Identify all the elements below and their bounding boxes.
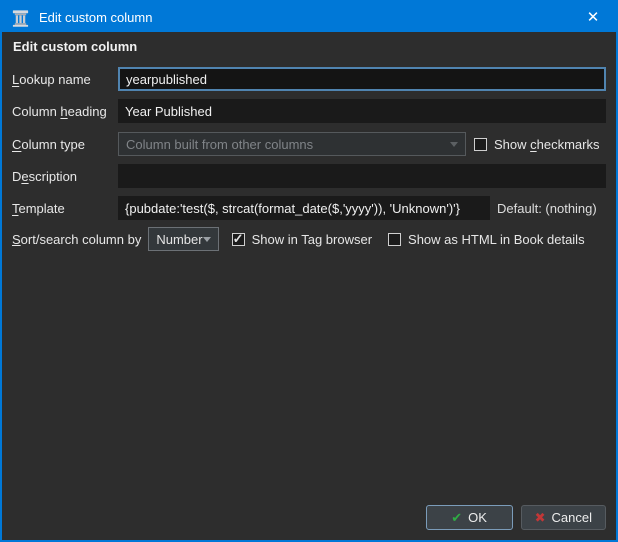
description-input[interactable] — [118, 164, 606, 188]
show-checkmarks-checkbox[interactable] — [474, 137, 487, 151]
column-type-label: Column type — [12, 136, 85, 152]
cross-icon: ✖ — [534, 509, 546, 525]
lookup-name-label: Lookup name — [12, 71, 91, 87]
column-type-row: Column type Column built from other colu… — [12, 132, 606, 156]
dialog-heading: Edit custom column — [13, 39, 138, 54]
chevron-down-icon — [450, 141, 458, 147]
template-input[interactable] — [118, 196, 490, 220]
sort-by-select[interactable]: Number — [148, 227, 219, 251]
edit-custom-column-dialog: Edit custom column ✕ Edit custom column … — [0, 0, 618, 542]
column-type-select: Column built from other columns — [118, 132, 466, 156]
chevron-down-icon — [202, 236, 211, 242]
column-heading-input[interactable] — [118, 99, 606, 123]
cancel-button-label: Cancel — [551, 510, 592, 525]
titlebar[interactable]: Edit custom column ✕ — [2, 2, 616, 32]
cancel-button[interactable]: ✖ Cancel — [520, 505, 606, 530]
template-row: Template Default: (nothing) — [12, 196, 606, 220]
column-heading-label: Column heading — [12, 103, 107, 119]
dialog-buttons: ✔ OK ✖ Cancel — [425, 505, 606, 530]
description-label: Description — [12, 168, 78, 184]
custom-column-icon — [12, 9, 29, 27]
column-type-value: Column built from other columns — [126, 136, 314, 152]
ok-button[interactable]: ✔ OK — [425, 505, 513, 530]
window-title: Edit custom column — [39, 9, 153, 25]
template-default-note: Default: (nothing) — [497, 200, 597, 216]
dialog-body: Edit custom column Lookup name Column he… — [2, 32, 616, 540]
template-label: Template — [12, 200, 65, 216]
lookup-name-input[interactable] — [118, 67, 606, 91]
show-as-html-checkbox[interactable] — [388, 232, 402, 246]
show-as-html-label[interactable]: Show as HTML in Book details — [408, 232, 585, 247]
check-icon: ✔ — [451, 509, 463, 525]
show-in-tag-browser-checkbox[interactable] — [231, 231, 245, 247]
sort-search-label: Sort/search column by — [12, 231, 142, 247]
sort-search-row: Sort/search column by Number Show in Tag… — [12, 227, 606, 251]
lookup-name-row: Lookup name — [12, 67, 606, 91]
description-row: Description — [12, 164, 606, 188]
close-button[interactable]: ✕ — [570, 2, 616, 32]
show-in-tag-browser-label[interactable]: Show in Tag browser — [252, 232, 372, 247]
column-heading-row: Column heading — [12, 99, 606, 123]
sort-by-value: Number — [156, 231, 203, 247]
show-checkmarks-label[interactable]: Show checkmarks — [494, 137, 600, 152]
ok-button-label: OK — [468, 510, 487, 525]
